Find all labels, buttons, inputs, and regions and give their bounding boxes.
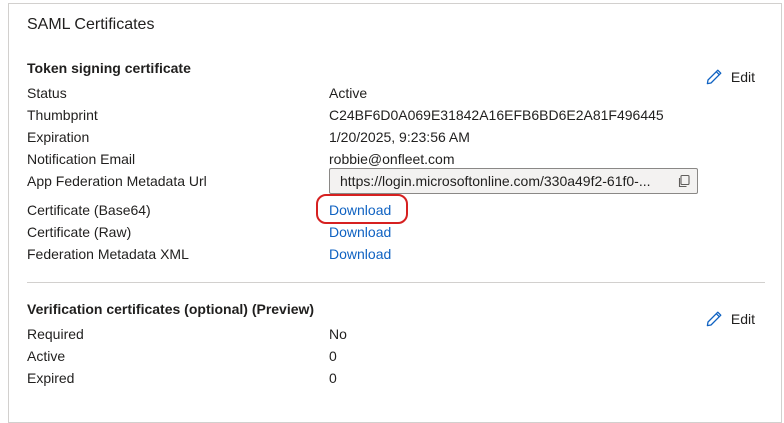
active-value: 0: [329, 348, 337, 364]
cert-raw-label: Certificate (Raw): [27, 224, 132, 240]
status-value: Active: [329, 85, 368, 101]
cert-base64-label: Certificate (Base64): [27, 202, 151, 218]
section-divider: [27, 282, 765, 283]
verification-edit-button[interactable]: Edit: [705, 310, 755, 328]
expiration-label: Expiration: [27, 129, 90, 145]
cert-base64-download-link[interactable]: Download: [329, 202, 391, 218]
token-signing-edit-button[interactable]: Edit: [705, 68, 755, 86]
thumbprint-label: Thumbprint: [27, 107, 98, 123]
expiration-value: 1/20/2025, 9:23:56 AM: [329, 129, 470, 145]
expired-label: Expired: [27, 370, 75, 386]
metadata-url-label: App Federation Metadata Url: [27, 173, 207, 189]
expired-value: 0: [329, 370, 337, 386]
panel-title: SAML Certificates: [27, 16, 155, 33]
verification-title: Verification certificates (optional) (Pr…: [27, 301, 315, 317]
thumbprint-value: C24BF6D0A069E31842A16EFB6BD6E2A81F496445: [329, 107, 664, 123]
notification-email-value: robbie@onfleet.com: [329, 151, 455, 167]
federation-xml-download-link[interactable]: Download: [329, 246, 391, 262]
status-label: Status: [27, 85, 67, 101]
pencil-icon: [706, 69, 722, 85]
required-label: Required: [27, 326, 84, 342]
active-label: Active: [27, 348, 66, 364]
token-signing-title: Token signing certificate: [27, 60, 191, 76]
required-value: No: [329, 326, 347, 342]
pencil-icon: [706, 311, 722, 327]
cert-raw-download-link[interactable]: Download: [329, 224, 391, 240]
federation-xml-label: Federation Metadata XML: [27, 246, 189, 262]
notification-email-label: Notification Email: [27, 151, 136, 167]
copy-icon[interactable]: [677, 174, 691, 188]
saml-certificates-panel: SAML Certificates Token signing certific…: [8, 3, 782, 423]
metadata-url-value[interactable]: https://login.microsoftonline.com/330a49…: [340, 173, 671, 189]
edit-label: Edit: [730, 69, 755, 85]
metadata-url-field[interactable]: https://login.microsoftonline.com/330a49…: [329, 168, 698, 194]
edit-label: Edit: [730, 311, 755, 327]
